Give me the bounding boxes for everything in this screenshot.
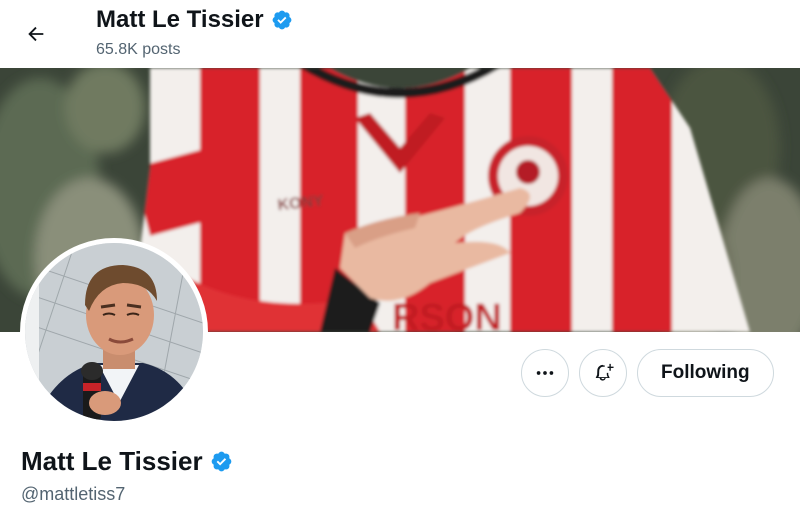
back-button[interactable] bbox=[16, 14, 56, 54]
more-button[interactable] bbox=[521, 349, 569, 397]
profile-display-name: Matt Le Tissier bbox=[21, 446, 233, 477]
post-count: 65.8K posts bbox=[96, 41, 181, 58]
header-title: Matt Le Tissier bbox=[96, 6, 293, 34]
verified-badge-icon[interactable] bbox=[271, 9, 293, 31]
profile-handle: @mattletiss7 bbox=[21, 484, 126, 504]
bell-plus-icon bbox=[595, 363, 614, 381]
profile-actions: Following bbox=[521, 349, 774, 397]
avatar-image bbox=[25, 243, 203, 421]
shirt-sponsor-text: RSON bbox=[392, 297, 502, 332]
following-button[interactable]: Following bbox=[637, 349, 774, 397]
verified-badge-icon[interactable] bbox=[210, 450, 233, 473]
profile-header-bar: Matt Le Tissier 65.8K posts bbox=[0, 0, 800, 68]
arrow-left-icon bbox=[28, 26, 44, 42]
profile-name-text: Matt Le Tissier bbox=[21, 446, 203, 476]
notifications-button[interactable] bbox=[579, 349, 627, 397]
more-horizontal-icon bbox=[536, 371, 554, 375]
header-name: Matt Le Tissier bbox=[96, 6, 264, 33]
profile-avatar[interactable] bbox=[20, 238, 208, 426]
